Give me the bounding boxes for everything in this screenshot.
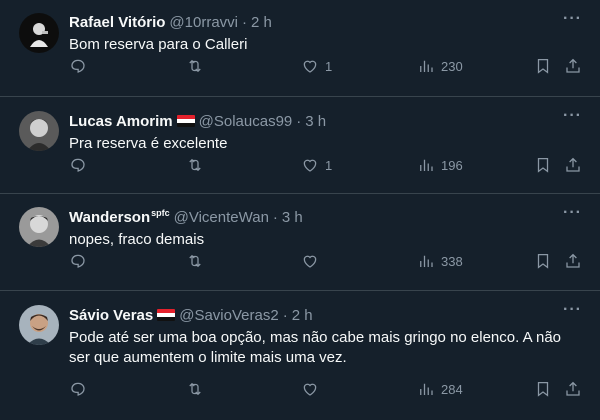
separator: · [282, 306, 288, 324]
author-name-suffix: spfc [151, 208, 170, 218]
separator: · [296, 112, 302, 130]
bookmark-icon [537, 381, 549, 397]
bookmark-icon [537, 157, 549, 173]
views-count: 230 [441, 58, 463, 74]
views-icon [420, 60, 433, 72]
share-icon [566, 253, 580, 268]
tweet-text: Pra reserva é excelente [69, 135, 228, 152]
like-button[interactable] [301, 252, 319, 270]
reply-button[interactable] [69, 57, 87, 75]
reply-feed: Rafael Vitório @10rravvi · 2 h ··· Bom r… [0, 0, 600, 420]
bookmark-button[interactable] [534, 252, 552, 270]
heart-icon [303, 383, 317, 396]
tweet-text: Bom reserva para o Calleri [69, 36, 248, 53]
share-icon [566, 381, 580, 396]
tweet-text: nopes, fraco demais [69, 231, 205, 248]
bookmark-button[interactable] [534, 57, 552, 75]
tweet[interactable]: Lucas Amorim @Solaucas99 · 3 h ··· Pra r… [0, 97, 600, 194]
author-handle[interactable]: @10rravvi [169, 14, 238, 31]
author-handle[interactable]: @Solaucas99 [199, 113, 293, 130]
timestamp[interactable]: 2 h [292, 307, 313, 324]
retweet-button[interactable] [186, 156, 204, 174]
tweet-header: Wandersonspfc @VicenteWan · 3 h [69, 207, 600, 227]
timestamp[interactable]: 3 h [305, 113, 326, 130]
retweet-button[interactable] [186, 252, 204, 270]
like-button[interactable]: 1 [301, 156, 332, 174]
author-name-text: Wanderson [69, 209, 151, 226]
share-button[interactable] [564, 156, 582, 174]
views-count: 338 [441, 253, 463, 269]
reply-icon [71, 158, 85, 172]
more-options-icon[interactable]: ··· [563, 10, 582, 28]
reply-icon [71, 254, 85, 268]
reply-button[interactable] [69, 156, 87, 174]
timestamp[interactable]: 3 h [282, 209, 303, 226]
flag-icon [176, 115, 195, 127]
separator: · [272, 208, 278, 226]
views-count: 284 [441, 381, 463, 397]
bookmark-button[interactable] [534, 156, 552, 174]
retweet-icon [189, 382, 201, 396]
share-button[interactable] [564, 252, 582, 270]
author-name[interactable]: Wandersonspfc [69, 208, 170, 226]
author-handle[interactable]: @SavioVeras2 [179, 307, 278, 324]
reply-icon [71, 59, 85, 73]
bookmark-icon [537, 58, 549, 74]
author-handle[interactable]: @VicenteWan [174, 209, 269, 226]
tweet-header: Lucas Amorim @Solaucas99 · 3 h [69, 111, 600, 131]
separator: · [242, 13, 247, 31]
more-options-icon[interactable]: ··· [563, 204, 582, 222]
share-icon [566, 157, 580, 172]
retweet-icon [189, 254, 201, 268]
views-button[interactable]: 284 [417, 380, 463, 398]
like-button[interactable] [301, 380, 319, 398]
like-count: 1 [325, 157, 333, 173]
heart-icon [303, 60, 317, 73]
views-button[interactable]: 196 [417, 156, 463, 174]
reply-icon [71, 382, 85, 396]
avatar[interactable] [19, 111, 59, 151]
heart-icon [303, 255, 317, 268]
tweet[interactable]: Sávio Veras @SavioVeras2 · 2 h ··· Pode … [0, 291, 600, 420]
flag-icon [157, 309, 176, 321]
share-button[interactable] [564, 380, 582, 398]
tweet-header: Rafael Vitório @10rravvi · 2 h [69, 12, 600, 32]
author-name[interactable]: Lucas Amorim [69, 113, 173, 130]
avatar[interactable] [19, 207, 59, 247]
views-button[interactable]: 230 [417, 57, 463, 75]
tweet-header: Sávio Veras @SavioVeras2 · 2 h [69, 305, 600, 325]
like-count: 1 [325, 58, 333, 74]
timestamp[interactable]: 2 h [251, 14, 272, 31]
heart-icon [303, 159, 317, 172]
like-button[interactable]: 1 [301, 57, 332, 75]
avatar[interactable] [19, 13, 59, 53]
retweet-icon [189, 158, 201, 172]
author-name[interactable]: Rafael Vitório [69, 14, 165, 31]
tweet[interactable]: Rafael Vitório @10rravvi · 2 h ··· Bom r… [0, 0, 600, 97]
views-count: 196 [441, 157, 463, 173]
retweet-icon [189, 59, 201, 73]
bookmark-icon [537, 253, 549, 269]
reply-button[interactable] [69, 252, 87, 270]
avatar[interactable] [19, 305, 59, 345]
tweet-text: Pode até ser uma boa opção, mas não cabe… [69, 329, 561, 366]
share-button[interactable] [564, 57, 582, 75]
retweet-button[interactable] [186, 380, 204, 398]
tweet[interactable]: Wandersonspfc @VicenteWan · 3 h ··· nope… [0, 194, 600, 291]
views-icon [420, 159, 433, 171]
bookmark-button[interactable] [534, 380, 552, 398]
views-button[interactable]: 338 [417, 252, 463, 270]
views-icon [420, 383, 433, 395]
retweet-button[interactable] [186, 57, 204, 75]
views-icon [420, 255, 433, 267]
reply-button[interactable] [69, 380, 87, 398]
more-options-icon[interactable]: ··· [563, 107, 582, 125]
share-icon [566, 58, 580, 73]
author-name[interactable]: Sávio Veras [69, 307, 153, 324]
more-options-icon[interactable]: ··· [563, 301, 582, 319]
